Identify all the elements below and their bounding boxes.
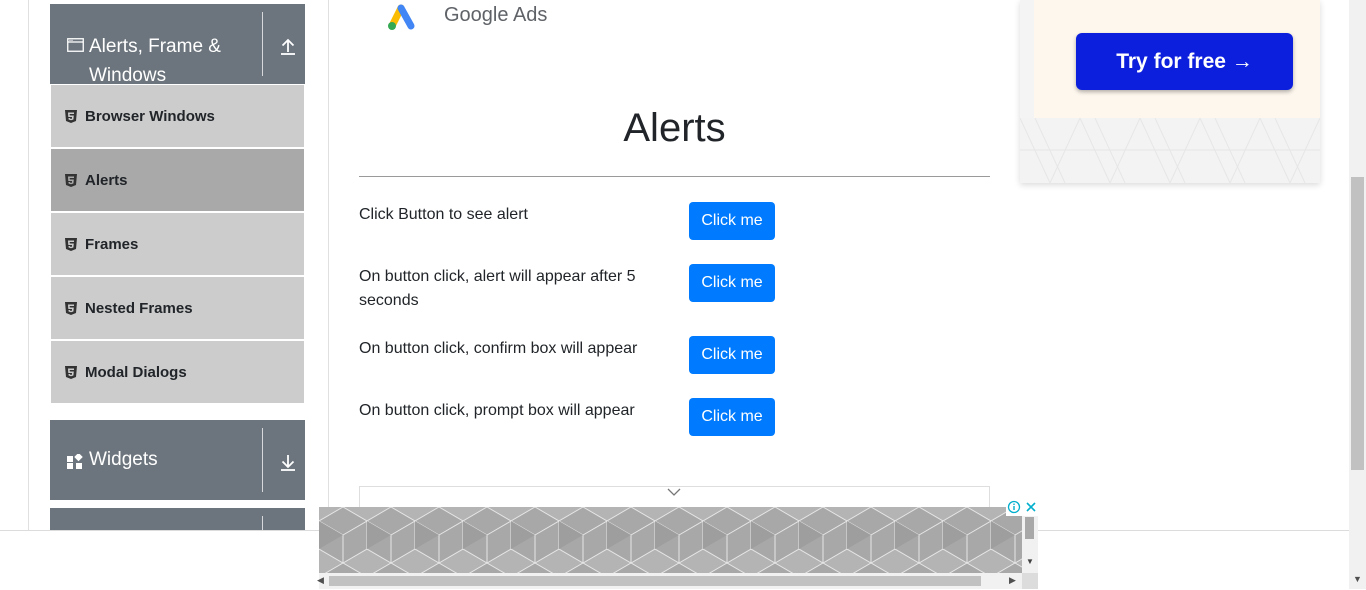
sidebar-item-label: Modal Dialogs — [85, 363, 187, 381]
right-ad[interactable] — [1020, 0, 1320, 183]
scroll-down-arrow-icon[interactable]: ▼ — [1353, 574, 1362, 584]
timer-alert-button[interactable]: Click me — [689, 264, 775, 302]
widgets-icon — [67, 454, 83, 469]
banner-vertical-scrollbar[interactable]: ▼ — [1022, 507, 1038, 573]
window-icon — [67, 38, 84, 52]
alert-row-label: Click Button to see alert — [359, 206, 528, 223]
bottom-banner-ad[interactable] — [319, 507, 1022, 573]
prompt-row-label: On button click, prompt box will appear — [359, 402, 635, 419]
group-title-widgets: Widgets — [89, 449, 158, 470]
sidebar-item-label: Alerts — [85, 171, 128, 189]
sidebar-item-label: Frames — [85, 235, 139, 253]
sidebar-item-label: Nested Frames — [85, 299, 193, 317]
banner-scroll-thumb[interactable] — [1025, 517, 1034, 539]
sidebar-item-modal-dialogs[interactable]: Modal Dialogs — [51, 341, 304, 403]
prompt-button[interactable]: Click me — [689, 398, 775, 436]
sidebar-item-frames[interactable]: Frames — [51, 213, 304, 275]
ad-pattern — [1020, 118, 1320, 183]
banner-horizontal-scrollbar[interactable]: ◀ ▶ — [317, 573, 1022, 589]
try-for-free-button[interactable]: Try for free → — [1076, 33, 1293, 90]
banner-scroll-left-icon[interactable]: ◀ — [317, 575, 324, 586]
banner-scroll-down-icon[interactable]: ▼ — [1026, 557, 1034, 566]
confirm-row-label: On button click, confirm box will appear — [359, 340, 638, 357]
sidebar-item-alerts[interactable]: Alerts — [51, 149, 304, 211]
banner-cube-pattern — [319, 507, 1022, 573]
title-divider — [359, 176, 990, 177]
left-divider — [28, 0, 29, 530]
html5-icon — [65, 173, 77, 187]
right-divider — [328, 0, 329, 530]
confirm-button[interactable]: Click me — [689, 336, 775, 374]
google-ads-text[interactable]: Google Ads — [444, 4, 547, 27]
left-panel: Alerts, Frame & Windows Browser Windows … — [0, 0, 329, 530]
sidebar-item-nested-frames[interactable]: Nested Frames — [51, 277, 304, 339]
group-header-alerts-frame-windows[interactable]: Alerts, Frame & Windows — [50, 4, 305, 86]
banner-hscroll-thumb[interactable] — [329, 576, 981, 586]
sidebar-item-browser-windows[interactable]: Browser Windows — [51, 85, 304, 147]
html5-icon — [65, 237, 77, 251]
sidebar-item-label: Browser Windows — [85, 107, 215, 125]
chevron-down-icon[interactable] — [666, 487, 682, 497]
header-divider — [262, 516, 263, 530]
timer-alert-row-label: On button click, alert will appear after… — [359, 268, 636, 309]
group-title-line-1: Alerts, Frame & — [89, 36, 221, 57]
google-ads-logo-icon — [388, 4, 415, 30]
header-divider — [262, 428, 263, 492]
arrow-down-icon[interactable] — [278, 452, 298, 472]
header-divider — [262, 12, 263, 76]
info-icon[interactable] — [1007, 500, 1021, 514]
page-scrollbar[interactable]: ▼ — [1349, 0, 1366, 589]
ad-choices[interactable] — [1006, 500, 1040, 516]
group-header-widgets[interactable]: Widgets — [50, 420, 305, 500]
scrollbar-thumb[interactable] — [1351, 177, 1364, 470]
alert-button[interactable]: Click me — [689, 202, 775, 240]
group-header-next[interactable] — [50, 508, 305, 530]
close-icon[interactable] — [1024, 500, 1038, 514]
arrow-up-icon[interactable] — [278, 36, 298, 56]
page-title: Alerts — [623, 106, 726, 150]
html5-icon — [65, 365, 77, 379]
group-title-alerts: Alerts, Frame & Windows — [89, 32, 221, 90]
scrollbar-corner — [1022, 573, 1038, 589]
banner-scroll-right-icon[interactable]: ▶ — [1009, 575, 1016, 586]
html5-icon — [65, 301, 77, 315]
html5-icon — [65, 109, 77, 123]
